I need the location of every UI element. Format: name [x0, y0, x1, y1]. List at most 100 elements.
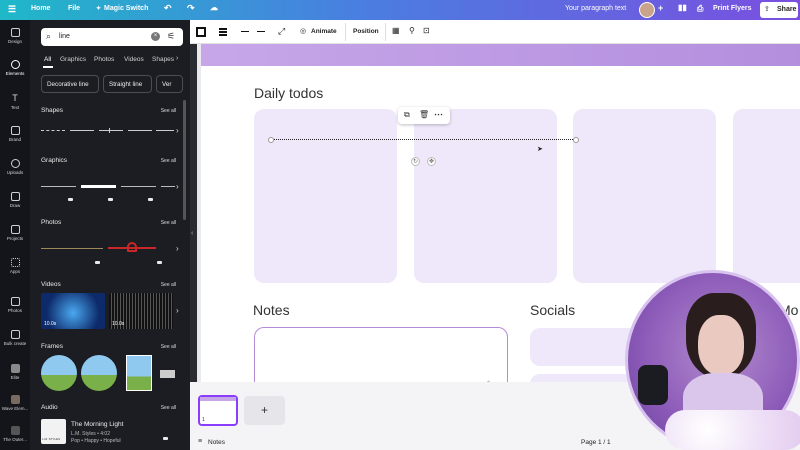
line-end-icon[interactable] [257, 31, 265, 32]
redo-icon[interactable]: ↷ [187, 3, 195, 14]
video-thumb-blue[interactable]: 10.0s [41, 293, 105, 329]
page-thumbnail[interactable]: 1 [198, 395, 238, 426]
position-button[interactable]: Position [353, 28, 379, 35]
tabs-next-icon[interactable]: › [176, 55, 178, 62]
dashed-line-shape[interactable] [41, 130, 65, 131]
todo-card[interactable] [573, 109, 716, 283]
notes-box[interactable] [254, 327, 508, 382]
audio-thumbnail[interactable]: L.M. STYLES [41, 419, 66, 444]
heading-notes[interactable]: Notes [253, 302, 290, 318]
duplicate-icon[interactable]: ⧉ [404, 110, 410, 120]
graphic-thick-line[interactable] [81, 185, 116, 188]
tab-videos[interactable]: Videos [124, 56, 144, 63]
arrow-line-shape[interactable] [128, 130, 152, 131]
next-arrow-icon[interactable]: › [176, 182, 179, 191]
filter-icon[interactable]: ⚟ [167, 31, 175, 42]
document-title[interactable]: Your paragraph text [565, 5, 626, 12]
line-type-icon[interactable]: ⤢ [278, 26, 285, 37]
panel-scrollbar[interactable] [183, 100, 186, 220]
todo-card[interactable] [254, 109, 397, 283]
notes-button[interactable]: Notes [208, 439, 225, 446]
share-button[interactable]: ⇪ Share [760, 2, 798, 18]
line-start-handle[interactable] [268, 137, 274, 143]
see-all-photos[interactable]: See all [161, 220, 176, 226]
rail-item-outer[interactable]: The Outer... [0, 426, 30, 442]
rotate-icon[interactable]: ↻ [411, 157, 420, 166]
frame-circle[interactable] [41, 355, 77, 391]
see-all-shapes[interactable]: See all [161, 108, 176, 114]
more-options-icon[interactable]: ⋯ [434, 109, 443, 120]
next-arrow-icon[interactable]: › [176, 306, 179, 315]
line-color-swatch[interactable] [196, 27, 206, 37]
frame-partial[interactable] [160, 370, 175, 378]
chip-vertical-line[interactable]: Ver [156, 75, 183, 93]
magic-switch-button[interactable]: Magic Switch [104, 5, 148, 12]
see-all-graphics[interactable]: See all [161, 158, 176, 164]
animate-button[interactable]: Animate [311, 28, 337, 35]
move-icon[interactable]: ✥ [427, 157, 436, 166]
todo-card[interactable] [733, 109, 800, 283]
rail-item-wave-elements[interactable]: Wave Elem... [0, 395, 30, 411]
pages-collapse-icon[interactable]: ⌃ [486, 380, 491, 387]
line-weight-icon[interactable] [219, 28, 227, 30]
next-arrow-icon[interactable]: › [176, 244, 179, 253]
file-button[interactable]: File [68, 5, 80, 12]
header-banner[interactable] [201, 44, 800, 66]
transparency-icon[interactable]: ▦ [392, 26, 400, 35]
search-input[interactable]: line [59, 33, 70, 40]
page-indicator[interactable]: Page 1 / 1 [581, 439, 611, 446]
undo-icon[interactable]: ↶ [164, 3, 172, 14]
see-all-videos[interactable]: See all [161, 282, 176, 288]
rail-item-text[interactable]: T Text [0, 94, 30, 111]
rail-item-photos[interactable]: Photos [0, 297, 30, 313]
graphic-line[interactable] [121, 186, 156, 187]
rail-item-draw[interactable]: Draw [0, 192, 30, 208]
tab-all[interactable]: All [44, 56, 51, 63]
add-collaborator-icon[interactable]: + [658, 3, 663, 13]
graphic-thin-line[interactable] [41, 186, 76, 187]
graphic-line-partial[interactable] [161, 186, 175, 187]
line-shape[interactable] [156, 130, 174, 131]
search-box[interactable]: ⌕ line × ⚟ [41, 28, 183, 46]
photo-gold-line[interactable] [41, 248, 103, 249]
line-start-icon[interactable] [241, 31, 249, 32]
line-end-handle[interactable] [573, 137, 579, 143]
trash-icon[interactable]: 🗑 [419, 110, 429, 119]
video-thumb-lines[interactable]: 10.0s [109, 293, 173, 329]
rail-item-bulk-create[interactable]: Bulk create [0, 330, 30, 346]
rail-item-elements[interactable]: Elements [0, 60, 30, 76]
clear-search-icon[interactable]: × [151, 32, 160, 41]
rail-item-uploads[interactable]: Uploads [0, 159, 30, 175]
lock-icon[interactable]: ⊡ [423, 26, 430, 35]
todo-card[interactable] [414, 109, 557, 283]
rail-item-design[interactable]: Design [0, 28, 30, 44]
audio-title[interactable]: The Morning Light [71, 421, 123, 428]
next-arrow-icon[interactable]: › [176, 126, 179, 135]
tab-photos[interactable]: Photos [94, 56, 114, 63]
straight-line-shape[interactable] [70, 130, 94, 131]
tab-graphics[interactable]: Graphics [60, 56, 86, 63]
photo-red-ribbon[interactable] [108, 242, 156, 254]
frame-circle[interactable] [81, 355, 117, 391]
dot-line-shape[interactable] [99, 128, 123, 133]
heading-daily-todos[interactable]: Daily todos [254, 85, 323, 101]
rail-item-projects[interactable]: Projects [0, 225, 30, 241]
rail-item-elite[interactable]: Elite [0, 364, 30, 380]
paint-format-icon[interactable]: ⚲ [409, 26, 415, 35]
see-all-frames[interactable]: See all [161, 344, 176, 350]
rail-item-apps[interactable]: Apps [0, 258, 30, 274]
print-flyers-button[interactable]: ⎙ Print Flyers [693, 0, 756, 20]
cloud-save-icon[interactable]: ☁ [210, 3, 218, 12]
chip-straight-line[interactable]: Straight line [103, 75, 152, 93]
home-button[interactable]: Home [31, 5, 50, 12]
avatar[interactable] [639, 2, 655, 18]
menu-icon[interactable]: ☰ [8, 4, 16, 15]
see-all-audio[interactable]: See all [161, 405, 176, 411]
heading-socials[interactable]: Socials [530, 302, 575, 318]
tab-shapes[interactable]: Shapes [152, 56, 174, 63]
add-page-button[interactable]: + [244, 396, 285, 425]
frame-rect[interactable] [126, 355, 152, 391]
rail-item-brand[interactable]: Brand [0, 126, 30, 142]
collapse-chevron-icon[interactable]: ‹ [191, 230, 193, 237]
chip-decorative-line[interactable]: Decorative line [41, 75, 99, 93]
